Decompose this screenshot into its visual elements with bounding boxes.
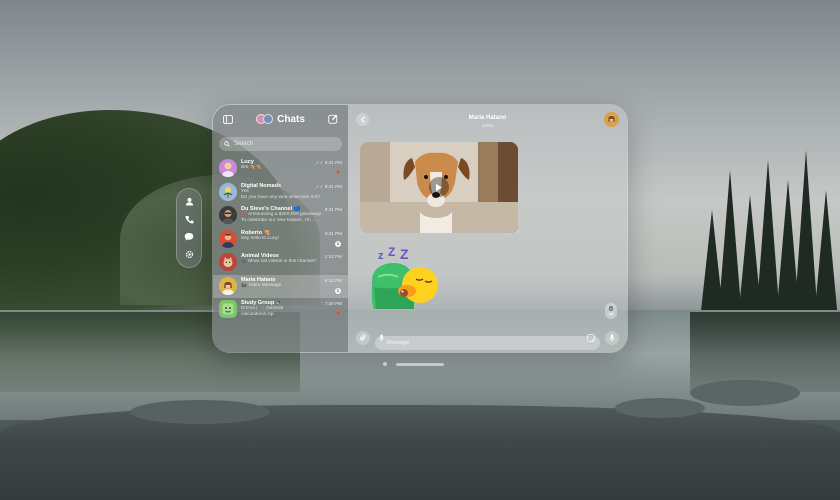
- avatar: [219, 253, 237, 271]
- avatar: [219, 276, 237, 295]
- chat-item-study-group[interactable]: Study Group 🔈 Emma | 📎 General calculati…: [213, 298, 348, 322]
- chat-time: 6:12 PM: [324, 277, 342, 283]
- phone-icon[interactable]: [182, 212, 196, 226]
- chat-item-digital-nomads[interactable]: Digital Nomads Yes Do you have any idea …: [213, 181, 348, 205]
- play-button[interactable]: [429, 177, 449, 197]
- chevron-down-icon: [608, 312, 614, 316]
- unread-count: 1: [608, 306, 614, 311]
- message-input[interactable]: [375, 336, 600, 350]
- conversation-pane: Maria Hatano online z Z Z 1 Message: [348, 105, 627, 352]
- chat-time: ✓✓ 9:41 PM: [315, 183, 342, 189]
- pin-icon: 📌: [334, 169, 341, 176]
- svg-text:z: z: [378, 250, 384, 262]
- window-grabber[interactable]: [396, 363, 444, 366]
- chat-item-du-steves-channel[interactable]: Du Steve's Channel 🔵 📣 Announcing a $250…: [213, 204, 348, 228]
- chat-item-maria-hatano[interactable]: Maria Hatano 🎬 Video Message 6:12 PM 1: [213, 274, 348, 298]
- chat-time: 9:41 PM: [324, 230, 342, 236]
- compose-icon[interactable]: [326, 112, 340, 126]
- chat-item-lucy[interactable]: Lucy Brb 🍕🍕 ✓✓ 9:41 PM 📌: [213, 157, 348, 181]
- search-icon: [224, 141, 230, 147]
- unread-badge: 1: [335, 241, 341, 247]
- pine-trees: [690, 140, 840, 320]
- rocky-shore: [0, 405, 840, 500]
- chat-time: 9:41 PM: [324, 207, 342, 212]
- avatar: [263, 114, 274, 124]
- avatar: [219, 159, 237, 177]
- avatar: [219, 229, 237, 248]
- chat-list-sidebar: Chats Search Lucy Brb 🍕🍕 ✓✓ 9:41 PM 📌 Di…: [213, 105, 348, 352]
- chat-time: 7:38 PM: [324, 301, 342, 306]
- voice-icon[interactable]: [379, 334, 384, 342]
- sticker-icon[interactable]: [587, 334, 595, 342]
- conversation-status: online: [481, 123, 494, 128]
- unread-badge: 1: [335, 288, 341, 294]
- attach-button[interactable]: [356, 331, 370, 345]
- sidebar-title: Chats: [256, 114, 305, 125]
- chats-title: Chats: [277, 113, 305, 125]
- account-avatars[interactable]: [256, 114, 274, 124]
- chat-item-animal-videos[interactable]: Animal Videos 📹 Moar cat videos in this …: [213, 251, 348, 275]
- tab-ornament: [176, 188, 202, 268]
- paperclip-icon: [359, 334, 366, 341]
- pin-icon: 📌: [334, 310, 341, 317]
- chat-time: ✓✓ 9:41 PM: [315, 160, 342, 165]
- sidebar-header: Chats: [213, 105, 348, 133]
- message-composer: [356, 330, 619, 350]
- window-close-dot[interactable]: [383, 362, 387, 366]
- avatar: [219, 206, 237, 224]
- avatar: [219, 300, 237, 318]
- chat-bubble-icon[interactable]: [182, 230, 196, 244]
- conversation-title[interactable]: Maria Hatano: [348, 115, 627, 121]
- person-icon[interactable]: [182, 195, 196, 209]
- video-message[interactable]: [360, 142, 518, 233]
- scroll-to-bottom-button[interactable]: 1: [605, 303, 617, 319]
- telegram-window: Chats Search Lucy Brb 🍕🍕 ✓✓ 9:41 PM 📌 Di…: [212, 104, 628, 353]
- chat-item-roberto[interactable]: Roberto 🍕 Say hello to Lucy! 9:41 PM 1: [213, 228, 348, 252]
- chat-time: 2:22 PM: [324, 254, 342, 259]
- message-input-wrapper: [375, 331, 600, 350]
- sleeping-duck-sticker[interactable]: z Z Z: [364, 245, 442, 313]
- avatar[interactable]: [604, 112, 619, 127]
- search-placeholder: Search: [234, 141, 254, 147]
- sidebar-toggle-icon[interactable]: [221, 112, 235, 126]
- conversation-header: Maria Hatano online: [348, 105, 627, 133]
- gear-icon[interactable]: [182, 247, 196, 261]
- search-field[interactable]: Search: [219, 137, 342, 151]
- svg-text:Z: Z: [400, 247, 409, 262]
- play-icon: [436, 183, 442, 191]
- microphone-icon: [609, 334, 615, 342]
- avatar: [219, 182, 237, 201]
- record-button[interactable]: [605, 331, 619, 345]
- svg-text:Z: Z: [388, 247, 395, 259]
